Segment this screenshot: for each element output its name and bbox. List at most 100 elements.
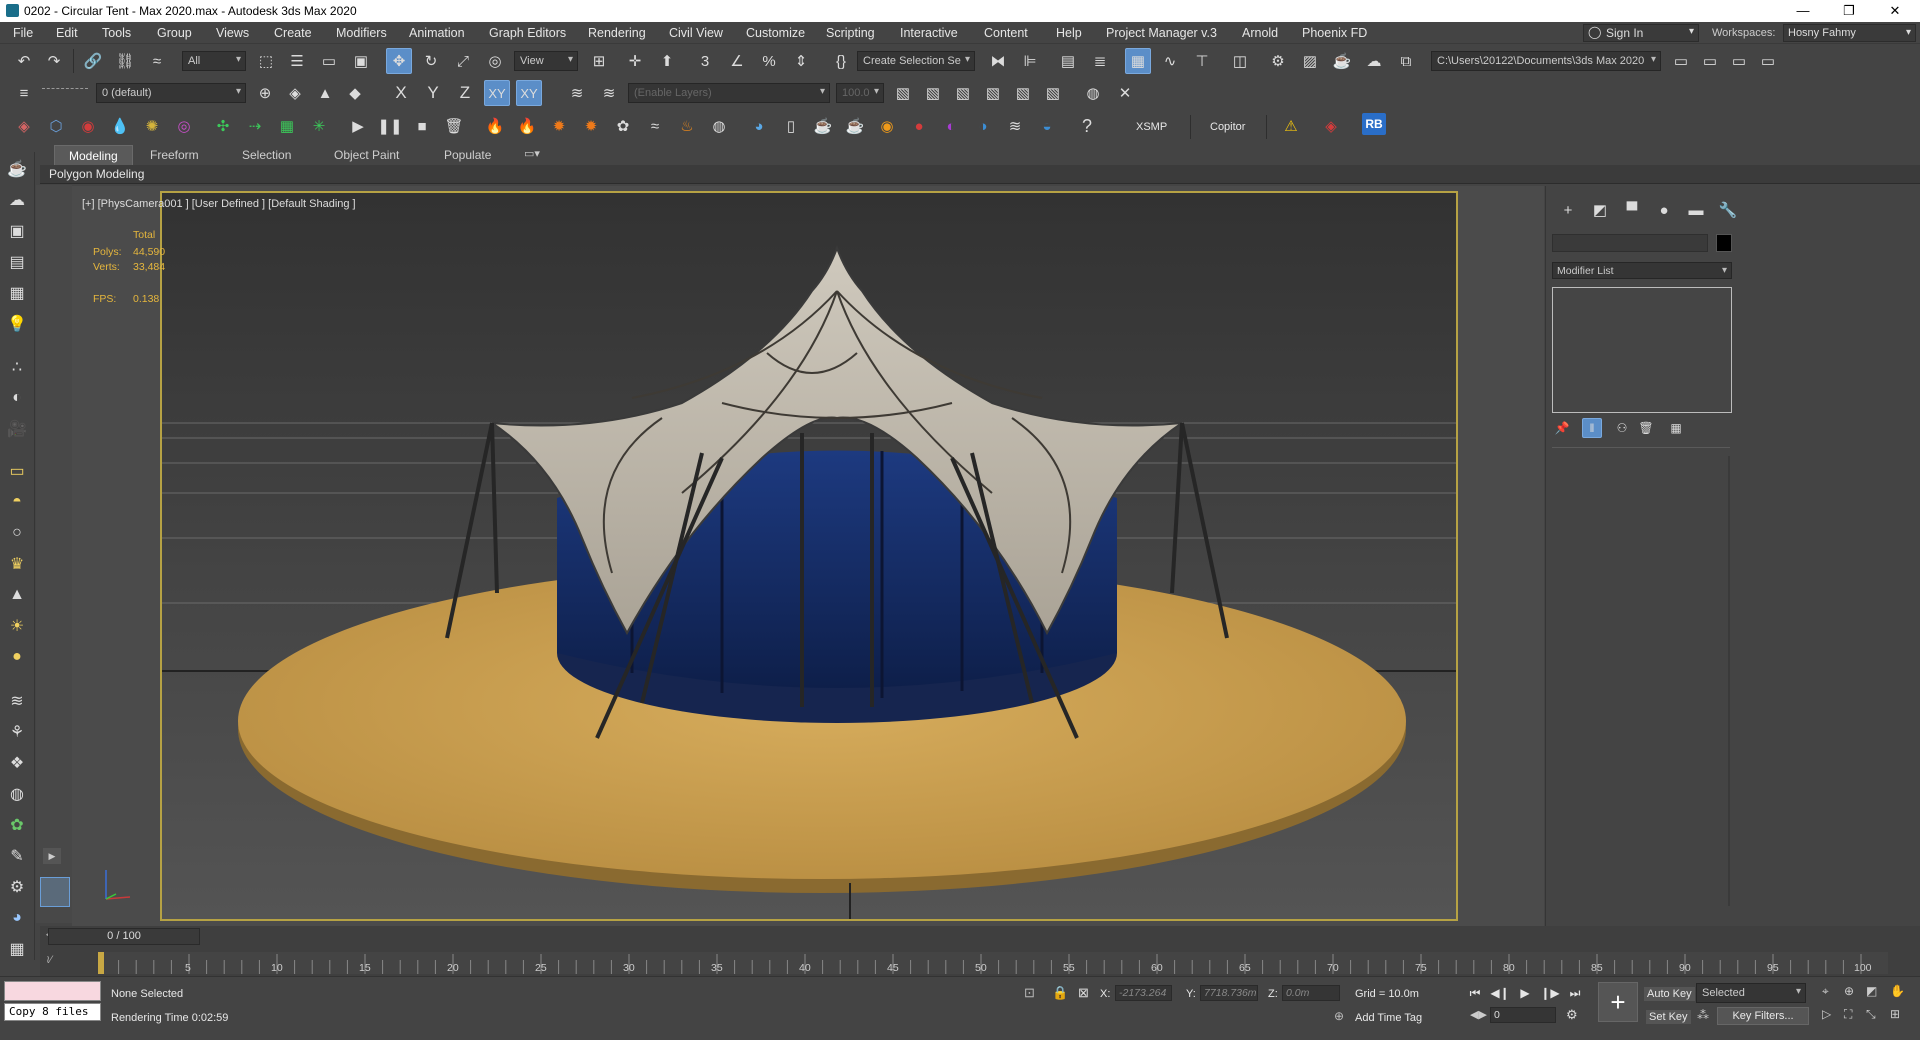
add-to-layer-icon[interactable]: ◈ (282, 80, 308, 106)
trash-icon[interactable]: 🗑 (441, 113, 467, 139)
sphere-light-icon[interactable]: ○ (3, 520, 31, 546)
minimize-button[interactable]: — (1780, 0, 1826, 22)
snaps-toggle-icon[interactable]: 3 (692, 48, 718, 74)
layers-icon[interactable]: ≡ (11, 80, 37, 106)
current-frame-field[interactable]: 0 (1490, 1007, 1556, 1023)
hierarchy-tab-icon[interactable]: ▀ (1619, 197, 1645, 223)
plane-light-icon[interactable]: ▭ (3, 458, 31, 484)
panel-scrollbar[interactable] (1728, 456, 1730, 906)
display-tab-icon[interactable]: ▬ (1683, 197, 1709, 223)
layer-explorer-icon[interactable]: ≣ (1087, 48, 1113, 74)
arrow-icon[interactable]: ⇢ (242, 113, 268, 139)
menu-file[interactable]: File (13, 26, 33, 40)
window-icon[interactable]: ▣ (3, 218, 31, 244)
rotate-icon[interactable]: ↻ (418, 48, 444, 74)
reference-coordinate-dropdown[interactable]: View (514, 51, 578, 71)
orbit-icon[interactable]: ▷ (1822, 1007, 1831, 1021)
render-setup-icon[interactable]: ⚙ (1265, 48, 1291, 74)
key-mode-toggle-icon[interactable]: ◀▶ (1470, 1008, 1487, 1021)
cylinder-icon[interactable]: ◐ (3, 385, 31, 411)
menu-help[interactable]: Help (1056, 26, 1082, 40)
document-icon[interactable]: ▤ (3, 249, 31, 275)
helper-icon[interactable]: ✣ (210, 113, 236, 139)
project-folder-icon-4[interactable]: ▭ (1755, 48, 1781, 74)
angle-snap-icon[interactable]: ∠ (724, 48, 750, 74)
phoenix-fire-icon[interactable]: 🔥 (482, 113, 508, 139)
menu-tools[interactable]: Tools (102, 26, 131, 40)
pause-icon[interactable]: ❚❚ (377, 113, 403, 139)
phoenix-wave-icon[interactable]: ≋ (1002, 113, 1028, 139)
named-selection-sets-dropdown[interactable]: Create Selection Se (857, 51, 975, 71)
ribbon-options-icon[interactable]: ▭▾ (524, 147, 540, 160)
tab-selection[interactable]: Selection (242, 148, 291, 162)
sun-light-icon[interactable]: ☀ (3, 613, 31, 639)
render-production-icon[interactable]: ☕ (1329, 48, 1355, 74)
percent-spinner[interactable]: 100.0 (836, 83, 884, 103)
fur-icon[interactable]: ≋ (3, 688, 31, 714)
phoenix-blood-icon[interactable]: ● (906, 113, 932, 139)
phoenix-ocean-icon[interactable]: ◕ (746, 113, 772, 139)
brush-preset-icon-7[interactable]: ◍ (1080, 80, 1106, 106)
time-tag-icon[interactable]: ⊕ (1334, 1009, 1344, 1023)
viewport-label[interactable]: [+] [PhysCamera001 ] [User Defined ] [De… (82, 198, 356, 210)
scene-explorer-icon[interactable]: ▤ (1055, 48, 1081, 74)
phoenix-fire-icon-2[interactable]: 🔥 (514, 113, 540, 139)
menu-project-manager[interactable]: Project Manager v.3 (1106, 26, 1217, 40)
mirror-icon[interactable]: ⧓ (985, 48, 1011, 74)
field-of-view-icon[interactable]: ◩ (1866, 984, 1877, 998)
menu-civil-view[interactable]: Civil View (669, 26, 723, 40)
maxscript-output[interactable]: Copy 8 files (4, 1003, 101, 1021)
render-in-cloud-icon[interactable]: ☁ (1361, 48, 1387, 74)
brush-preset-icon-6[interactable]: ▧ (1040, 80, 1066, 106)
pin-stack-icon[interactable]: 📌 (1552, 418, 1572, 438)
earth-icon[interactable]: ◕ (3, 905, 31, 931)
brush-preset-icon-5[interactable]: ▧ (1010, 80, 1036, 106)
place-icon[interactable]: ◎ (482, 48, 508, 74)
go-to-end-icon[interactable]: ⏭ (1565, 984, 1585, 1002)
phoenix-waterfall-icon[interactable]: ▯ (778, 113, 804, 139)
show-end-result-icon[interactable]: ‖ (1582, 418, 1602, 438)
brush-preset-icon-8[interactable]: ✕ (1112, 80, 1138, 106)
zoom-all-icon[interactable]: ⊕ (1844, 984, 1854, 998)
maximize-button[interactable]: ❐ (1826, 0, 1872, 22)
viewport-layout-button[interactable] (40, 877, 70, 907)
rectangular-selection-icon[interactable]: ▭ (316, 48, 342, 74)
curve-editor-toggle-icon[interactable]: ≀⁄ (46, 953, 52, 966)
menu-animation[interactable]: Animation (409, 26, 465, 40)
spot-light-icon[interactable]: ▲ (3, 582, 31, 608)
axis-xy-button[interactable]: XY (484, 80, 510, 106)
sphere-icon[interactable]: ◎ (171, 113, 197, 139)
pan-icon[interactable]: ✋ (1890, 984, 1905, 998)
key-filters-button[interactable]: Key Filters... (1717, 1007, 1809, 1025)
axis-y-button[interactable]: Y (420, 80, 446, 106)
axis-z-button[interactable]: Z (452, 80, 478, 106)
set-key-big-button[interactable]: + (1598, 982, 1638, 1022)
link-icon[interactable]: 🔗 (80, 48, 106, 74)
go-to-start-icon[interactable]: ⏮ (1465, 984, 1485, 1002)
menu-phoenix-fd[interactable]: Phoenix FD (1302, 26, 1367, 40)
warning-icon[interactable]: ⚠ (1278, 113, 1304, 139)
rb-button[interactable]: RB (1362, 113, 1386, 135)
phoenix-coffee-icon[interactable]: ☕ (842, 113, 868, 139)
select-manipulate-icon[interactable]: ✛ (622, 48, 648, 74)
sun-icon[interactable]: ✺ (139, 113, 165, 139)
unlink-icon[interactable]: ⛓ (112, 48, 138, 74)
percent-snap-icon[interactable]: % (756, 48, 782, 74)
layer-dropdown[interactable]: 0 (default) (96, 83, 246, 103)
play-icon[interactable]: ▶ (345, 113, 371, 139)
project-folder-icon-2[interactable]: ▭ (1697, 48, 1723, 74)
menu-interactive[interactable]: Interactive (900, 26, 958, 40)
copitor-button[interactable]: Copitor (1210, 121, 1245, 133)
menu-graph-editors[interactable]: Graph Editors (489, 26, 566, 40)
axis-x-button[interactable]: X (388, 80, 414, 106)
toggle-ribbon-icon[interactable]: ▦ (1125, 48, 1151, 74)
y-coord-field[interactable]: 7718.736m (1200, 985, 1258, 1001)
play-animation-icon[interactable]: ▶ (1515, 984, 1535, 1002)
menu-views[interactable]: Views (216, 26, 249, 40)
selected-dropdown[interactable]: Selected (1696, 983, 1806, 1003)
menu-create[interactable]: Create (274, 26, 312, 40)
tab-object-paint[interactable]: Object Paint (334, 148, 399, 162)
project-folder-icon[interactable]: ▭ (1668, 48, 1694, 74)
curve-editor-icon[interactable]: ∿ (1157, 48, 1183, 74)
zoom-extents-icon[interactable]: ⌖ (1822, 984, 1829, 999)
